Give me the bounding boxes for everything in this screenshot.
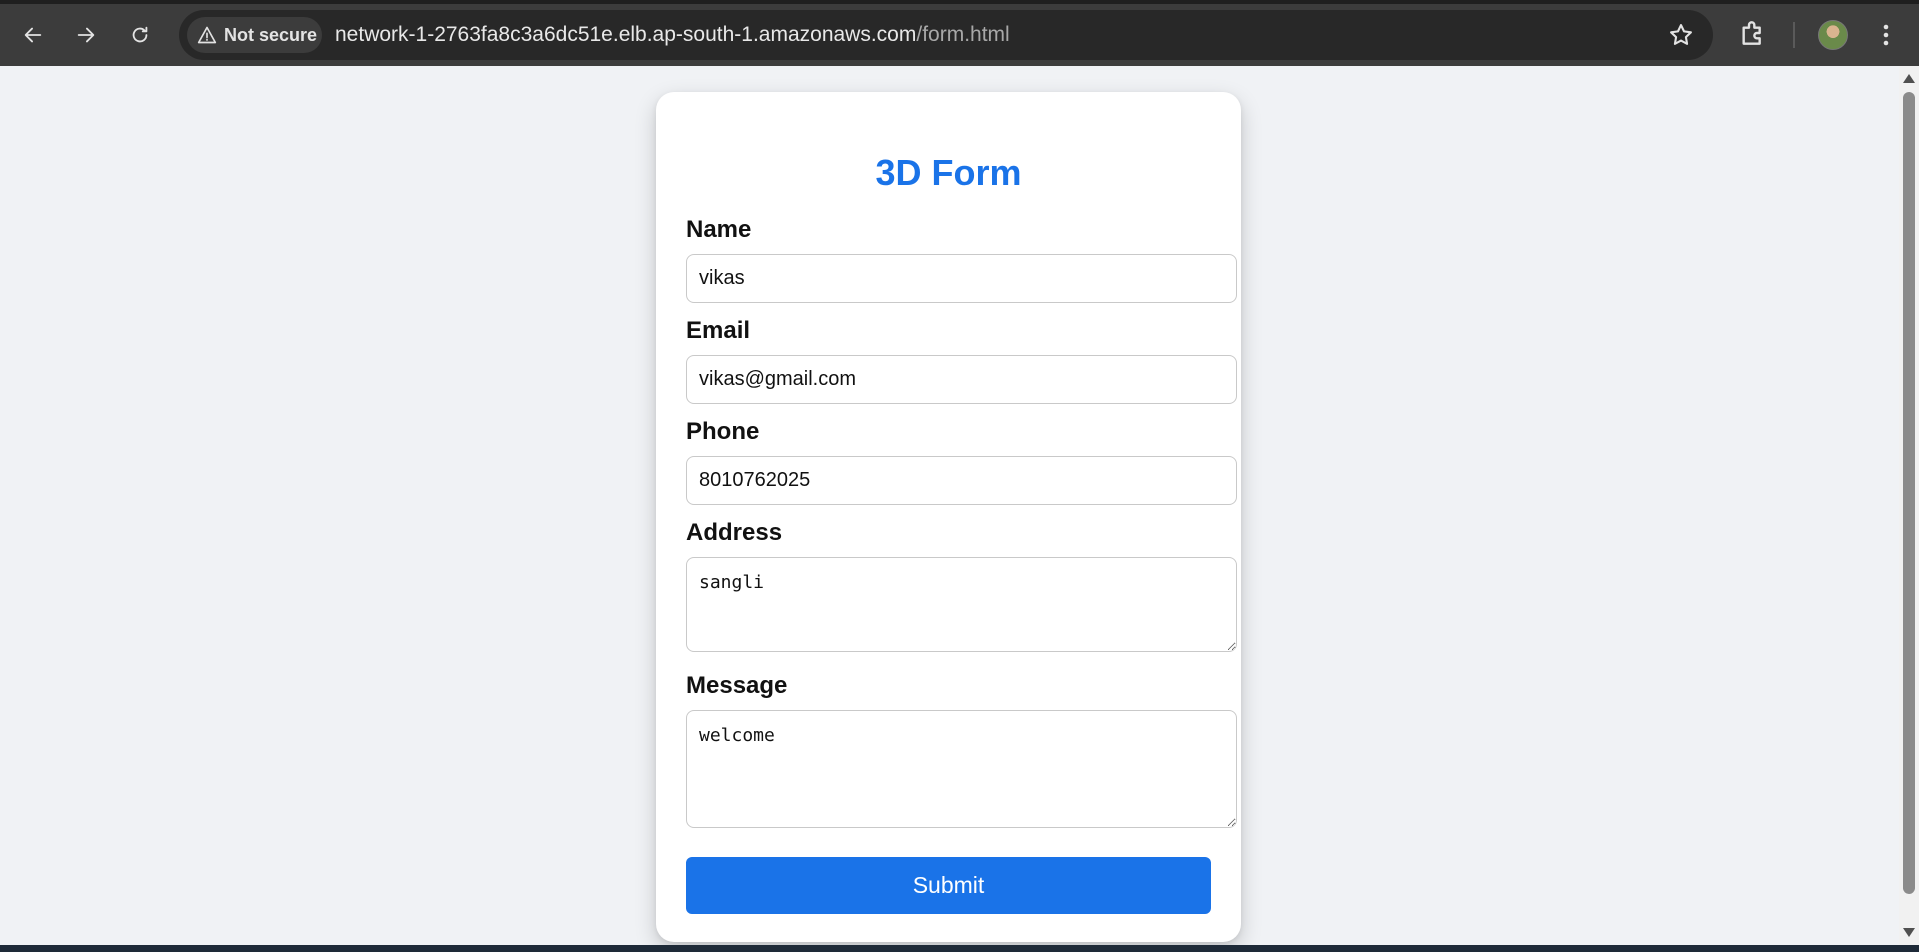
address-textarea[interactable]: sangli	[686, 557, 1237, 652]
back-arrow-icon	[24, 27, 42, 43]
scroll-down-arrow-icon[interactable]	[1903, 928, 1915, 937]
url-host: network-1-2763fa8c3a6dc51e.elb.ap-south-…	[335, 23, 917, 46]
name-input[interactable]	[686, 254, 1237, 303]
reload-icon	[132, 26, 148, 43]
forward-arrow-icon	[77, 27, 95, 43]
warning-triangle-icon	[197, 26, 217, 44]
profile-avatar[interactable]	[1818, 20, 1848, 50]
bookmark-star-icon[interactable]	[1667, 21, 1695, 49]
browser-toolbar: Not secure network-1-2763fa8c3a6dc51e.el…	[0, 0, 1919, 66]
taskbar-strip	[0, 945, 1919, 952]
address-label: Address	[686, 519, 783, 546]
reload-button[interactable]	[120, 15, 160, 55]
scrollbar-thumb[interactable]	[1903, 92, 1915, 894]
phone-label: Phone	[686, 418, 760, 445]
back-button[interactable]	[13, 15, 53, 55]
forward-button[interactable]	[66, 15, 106, 55]
message-label: Message	[686, 672, 788, 699]
security-indicator[interactable]: Not secure	[187, 17, 322, 53]
phone-input[interactable]	[686, 456, 1237, 505]
address-bar[interactable]: Not secure network-1-2763fa8c3a6dc51e.el…	[179, 10, 1713, 60]
page-scrollbar[interactable]	[1899, 66, 1919, 945]
toolbar-divider	[1793, 22, 1795, 48]
extensions-puzzle-icon[interactable]	[1737, 17, 1769, 49]
submit-button[interactable]: Submit	[686, 857, 1211, 914]
url-text[interactable]: network-1-2763fa8c3a6dc51e.elb.ap-south-…	[335, 23, 1010, 47]
form-title: 3D Form	[875, 152, 1022, 193]
kebab-menu-icon[interactable]	[1876, 19, 1896, 51]
email-label: Email	[686, 317, 751, 344]
security-label: Not secure	[224, 24, 318, 45]
scroll-up-arrow-icon[interactable]	[1903, 74, 1915, 83]
name-label: Name	[686, 216, 752, 243]
email-input[interactable]	[686, 355, 1237, 404]
url-path: /form.html	[916, 23, 1010, 46]
page-viewport: 3D Form Name Email Phone Address sangli …	[0, 66, 1899, 945]
message-textarea[interactable]: welcome	[686, 710, 1237, 828]
form-card: 3D Form Name Email Phone Address sangli …	[656, 92, 1241, 942]
